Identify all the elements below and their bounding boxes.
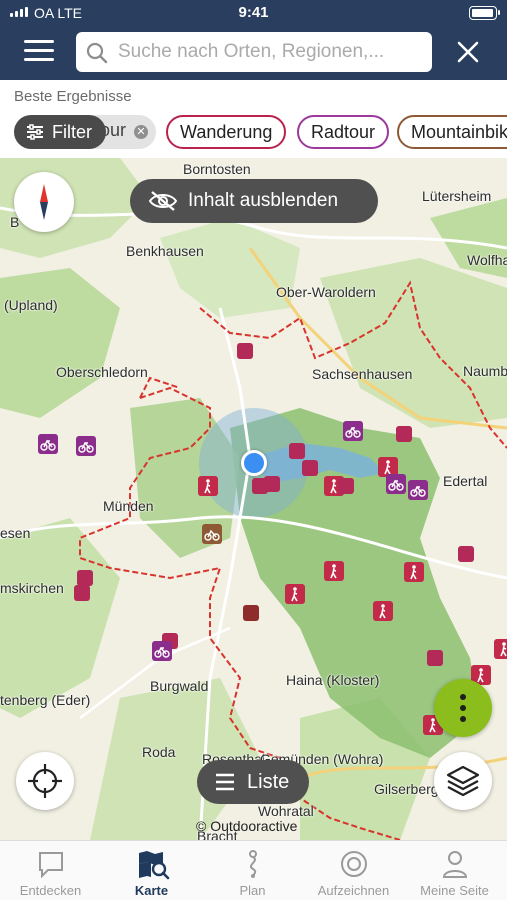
map-background [0,158,507,840]
map-search-icon [139,851,170,880]
bike-tour-marker[interactable] [343,421,363,441]
chip-mountainbike[interactable]: Mountainbike [397,115,507,149]
locate-me-button[interactable] [16,752,74,810]
status-bar: OA LTE 9:41 [0,0,507,26]
poi-marker[interactable] [338,478,354,494]
place-label: Oberschledorn [56,364,148,380]
bike-tour-marker[interactable] [38,434,58,454]
top-bar: OA LTE 9:41 [0,0,507,80]
place-label: Ober-Waroldern [276,284,376,300]
place-label: Roda [142,744,176,760]
hiking-tour-marker[interactable] [404,562,424,582]
poi-marker[interactable] [289,443,305,459]
route-plan-icon [249,850,257,878]
place-label: Burgwald [150,678,209,694]
status-time: 9:41 [238,4,269,21]
map-copyright: © Outdooractive [196,818,298,834]
poi-marker[interactable] [264,476,280,492]
place-label: Edertal [443,473,488,489]
bike-tour-marker[interactable] [152,641,172,661]
poi-marker[interactable] [396,426,412,442]
hide-content-button[interactable]: Inhalt ausblenden [130,179,378,223]
hiking-tour-marker[interactable] [373,601,393,621]
tab-label: Aufzeichnen [317,883,390,898]
more-options-button[interactable] [434,679,492,737]
chat-bubble-icon [39,852,63,879]
hiking-tour-marker[interactable] [494,639,507,659]
best-results-label: Beste Ergebnisse [14,88,132,105]
tab-plan[interactable]: Plan [202,841,303,900]
place-label: tenberg (Eder) [0,692,91,708]
filter-button[interactable]: Filter [14,115,106,149]
poi-marker[interactable] [74,585,90,601]
bike-tour-marker[interactable] [76,436,96,456]
mountainbike-tour-marker[interactable] [202,524,222,544]
poi-marker[interactable] [458,546,474,562]
bottom-tab-bar: Entdecken Karte Plan Aufzeichnen Meine S… [0,840,507,900]
place-label: Münden [103,498,154,514]
remove-chip-icon[interactable]: ✕ [134,125,148,139]
place-label: (Upland) [4,297,58,313]
crosshair-icon [28,764,62,798]
bike-tour-marker[interactable] [386,474,406,494]
place-label: Borntosten [183,161,251,177]
tab-entdecken[interactable]: Entdecken [0,841,101,900]
place-label: esen [0,525,31,541]
battery-icon [469,6,500,20]
place-label: Gilserberg [374,781,439,797]
list-view-label: Liste [247,771,290,793]
chip-wanderung[interactable]: Wanderung [166,115,287,149]
hiking-tour-marker[interactable] [198,476,218,496]
place-label: Lütersheim [422,188,492,204]
eye-off-icon [148,191,178,211]
tab-meine-seite[interactable]: Meine Seite [404,841,505,900]
map-layers-button[interactable] [434,752,492,810]
search-input[interactable] [118,32,424,72]
place-label: Sachsenhausen [312,366,413,382]
compass-button[interactable] [14,172,74,232]
layers-icon [446,765,480,797]
tab-label: Meine Seite [420,883,489,898]
place-label: Naumb [463,363,507,379]
place-label: Haina (Kloster) [286,672,380,688]
hide-content-label: Inhalt ausblenden [188,190,339,211]
list-icon [216,773,234,791]
tab-label: Entdecken [19,883,82,898]
poi-marker[interactable] [427,650,443,666]
poi-marker[interactable] [302,460,318,476]
hiking-tour-marker[interactable] [324,561,344,581]
record-icon [341,851,367,877]
poi-marker[interactable] [77,570,93,586]
poi-marker[interactable] [237,343,253,359]
search-icon [86,42,108,64]
filter-label: Filter [52,122,92,142]
search-bar[interactable] [76,32,432,72]
sliders-icon [27,124,43,140]
place-label: Wohratal [258,803,314,819]
user-icon [442,851,468,878]
chip-radtour[interactable]: Radtour [297,115,390,149]
map-view[interactable]: Borntosten Lütersheim Benkhausen Wolfha … [0,158,507,840]
current-location-dot [241,450,267,476]
tab-aufzeichnen[interactable]: Aufzeichnen [303,841,404,900]
tab-label: Plan [239,883,266,898]
poi-marker[interactable] [243,605,259,621]
tab-label: Karte [134,883,169,898]
hamburger-icon[interactable] [24,40,54,64]
bike-tour-marker[interactable] [408,480,428,500]
place-label: Benkhausen [126,243,204,259]
tab-karte[interactable]: Karte [101,841,202,900]
place-label: Wolfha [467,252,507,268]
compass-icon [40,184,48,220]
close-icon[interactable] [452,36,484,68]
list-view-button[interactable]: Liste [197,760,309,804]
hiking-tour-marker[interactable] [285,584,305,604]
place-label: mskirchen [0,580,64,596]
